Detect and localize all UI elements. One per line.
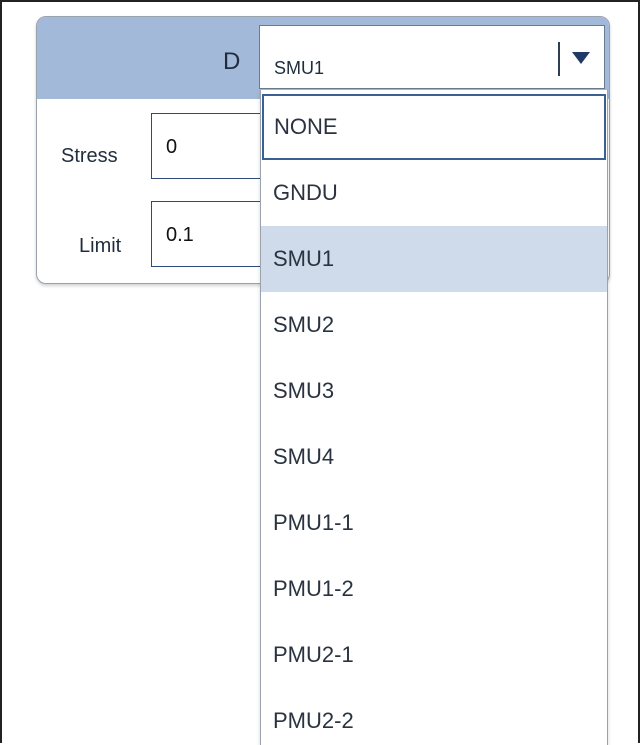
source-dropdown-list: NONE GNDU SMU1 SMU2 SMU3 SMU4 PMU1-1 PMU…	[260, 90, 608, 745]
caret-down-icon[interactable]	[572, 52, 590, 64]
terminal-source-select[interactable]: SMU1	[259, 25, 605, 89]
dropdown-option-none[interactable]: NONE	[262, 94, 606, 160]
select-current-value: SMU1	[274, 58, 325, 78]
dropdown-option-smu2[interactable]: SMU2	[261, 292, 607, 358]
dropdown-option-pmu2-2[interactable]: PMU2-2	[261, 688, 607, 745]
limit-label: Limit	[79, 235, 122, 257]
stress-label: Stress	[61, 145, 118, 167]
dropdown-option-smu1[interactable]: SMU1	[261, 226, 607, 292]
dropdown-option-pmu1-1[interactable]: PMU1-1	[261, 490, 607, 556]
select-divider	[558, 42, 560, 76]
dropdown-option-pmu1-2[interactable]: PMU1-2	[261, 556, 607, 622]
dropdown-option-pmu2-1[interactable]: PMU2-1	[261, 622, 607, 688]
dropdown-option-smu3[interactable]: SMU3	[261, 358, 607, 424]
terminal-label: D	[223, 48, 241, 75]
dropdown-option-smu4[interactable]: SMU4	[261, 424, 607, 490]
dropdown-option-gndu[interactable]: GNDU	[261, 160, 607, 226]
